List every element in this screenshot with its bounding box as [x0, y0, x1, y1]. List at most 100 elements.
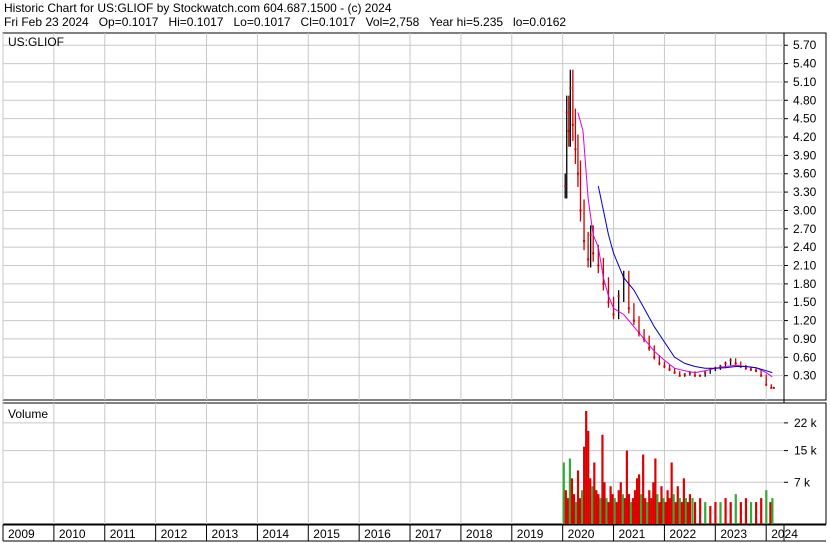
volume-bar: [664, 502, 667, 524]
volume-bar: [566, 498, 569, 524]
volume-bar: [658, 502, 661, 524]
volume-bar: [593, 462, 596, 524]
volume-bar: [744, 498, 748, 524]
year-tick-label: 2010: [59, 527, 86, 541]
volume-bar: [680, 502, 683, 524]
volume-bar: [619, 482, 622, 524]
price-point: [571, 123, 574, 126]
volume-bar: [629, 502, 633, 524]
price-point: [579, 209, 582, 212]
price-tick-label: 2.10: [793, 259, 817, 273]
price-point: [574, 148, 577, 151]
volume-bar: [654, 458, 657, 524]
volume-bar: [734, 494, 737, 524]
volume-bar: [576, 470, 580, 524]
volume-bar: [699, 498, 702, 524]
volume-bar: [682, 478, 685, 524]
volume-bar: [611, 494, 614, 524]
year-tick-label: 2009: [8, 527, 35, 541]
price-point: [592, 252, 595, 255]
price-point: [587, 258, 590, 261]
volume-bar: [688, 494, 692, 524]
volume-bar: [729, 502, 732, 524]
price-point: [693, 374, 696, 377]
volume-tick-label: 7 k: [794, 475, 811, 489]
price-point: [749, 368, 752, 371]
volume-bar: [676, 486, 679, 524]
stock-chart: 5.70 5.40 5.10 4.80 4.50 4.20 3.90 3.60 3.30 3.00…: [2, 32, 827, 542]
price-point: [729, 359, 732, 362]
volume-bar: [621, 494, 624, 524]
volume-bar: [615, 502, 618, 524]
volume-bar: [625, 450, 628, 524]
volume-bar: [691, 498, 694, 524]
volume-bar: [581, 490, 584, 524]
volume-bar: [724, 498, 727, 524]
volume-bar: [627, 494, 631, 524]
volume-bar: [755, 502, 758, 524]
volume-bar: [603, 482, 606, 524]
volume-bar: [564, 490, 567, 524]
volume-tick-label: 15 k: [794, 444, 818, 458]
volume-bar: [572, 494, 576, 524]
price-point: [627, 307, 630, 310]
volume-bar: [574, 502, 578, 524]
volume-bar: [749, 502, 753, 524]
price-point: [576, 172, 579, 175]
volume-bar: [769, 502, 772, 524]
volume-bar: [771, 498, 774, 524]
year-tick-label: 2020: [568, 527, 595, 541]
volume-bar: [642, 454, 645, 524]
price-point: [673, 371, 676, 374]
volume-bar: [666, 490, 669, 524]
price-point: [699, 374, 702, 377]
volume-bar: [646, 502, 649, 524]
year-tick-label: 2013: [212, 527, 239, 541]
volume-bar: [570, 478, 574, 524]
volume-bar: [652, 482, 655, 524]
price-point: [569, 87, 572, 90]
price-point: [597, 264, 600, 267]
price-tick-label: 1.50: [793, 295, 817, 309]
price-tick-label: 5.10: [793, 75, 817, 89]
volume-bar: [591, 486, 594, 524]
volume-bar: [617, 490, 620, 524]
year-tick-label: 2012: [161, 527, 188, 541]
price-tick-label: 3.90: [793, 148, 817, 162]
price-tick-label: 2.40: [793, 240, 817, 254]
price-point: [607, 301, 610, 304]
year-tick-label: 2021: [619, 527, 646, 541]
price-tick-label: 1.20: [793, 314, 817, 328]
volume-bar: [709, 506, 712, 524]
price-tick-label: 4.20: [793, 130, 817, 144]
price-panel-border: [2, 32, 827, 401]
year-tick-label: 2017: [415, 527, 442, 541]
volume-bar: [670, 462, 673, 524]
volume-bar: [660, 486, 663, 524]
price-point: [678, 374, 681, 377]
volume-bar: [672, 494, 675, 524]
volume-bar: [668, 498, 671, 524]
volume-bar: [644, 498, 647, 524]
price-tick-label: 2.70: [793, 222, 817, 236]
volume-panel: 22 k 15 k 7 k: [2, 402, 827, 525]
volume-bar: [599, 498, 602, 524]
price-tick-label: 0.60: [793, 350, 817, 364]
volume-bar: [633, 490, 637, 524]
year-tick-label: 2022: [669, 527, 696, 541]
volume-bar: [678, 498, 681, 524]
volume-bar: [674, 502, 677, 524]
year-tick-label: 2014: [262, 527, 289, 541]
volume-bar: [597, 494, 600, 524]
volume-bar: [656, 494, 659, 524]
volume-bar: [623, 498, 626, 524]
volume-bar: [684, 498, 688, 524]
price-tick-label: 4.50: [793, 112, 817, 126]
volume-bar: [583, 446, 586, 524]
price-point: [755, 369, 758, 372]
volume-bar: [631, 498, 635, 524]
price-point: [772, 386, 775, 389]
volume-tick-label: 22 k: [794, 416, 818, 430]
volume-bar: [609, 486, 612, 524]
price-point: [704, 371, 707, 374]
